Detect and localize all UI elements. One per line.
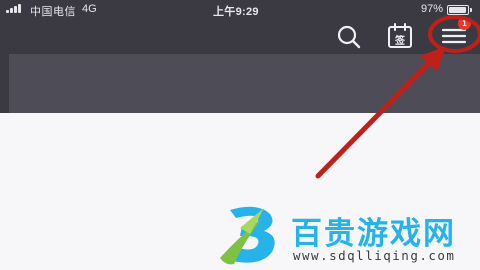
search-icon[interactable] [336,24,362,50]
watermark-url: www.sdqlliqing.com [293,248,456,263]
carrier-name: 中国电信 [30,6,76,18]
watermark: 百贵游戏网 www.sdqlliqing.com [214,200,480,270]
checkin-label: 签 [395,36,405,47]
status-bar: 中国电信 4G 上午9:29 97% [0,0,480,18]
watermark-logo-icon [220,206,275,265]
signal-strength-icon [6,4,26,13]
watermark-title: 百贵游戏网 [291,216,456,252]
app-header: 中国电信 4G 上午9:29 97% 签 1 [0,0,480,113]
notification-badge: 1 [458,17,471,30]
network-type: 4G [82,3,97,15]
battery-level-fill [449,7,467,13]
battery-icon [447,5,472,15]
status-time: 上午9:29 [213,6,259,18]
banner-strip [9,54,480,113]
battery-percent: 97% [421,3,444,15]
checkin-calendar-icon[interactable]: 签 [386,22,414,50]
